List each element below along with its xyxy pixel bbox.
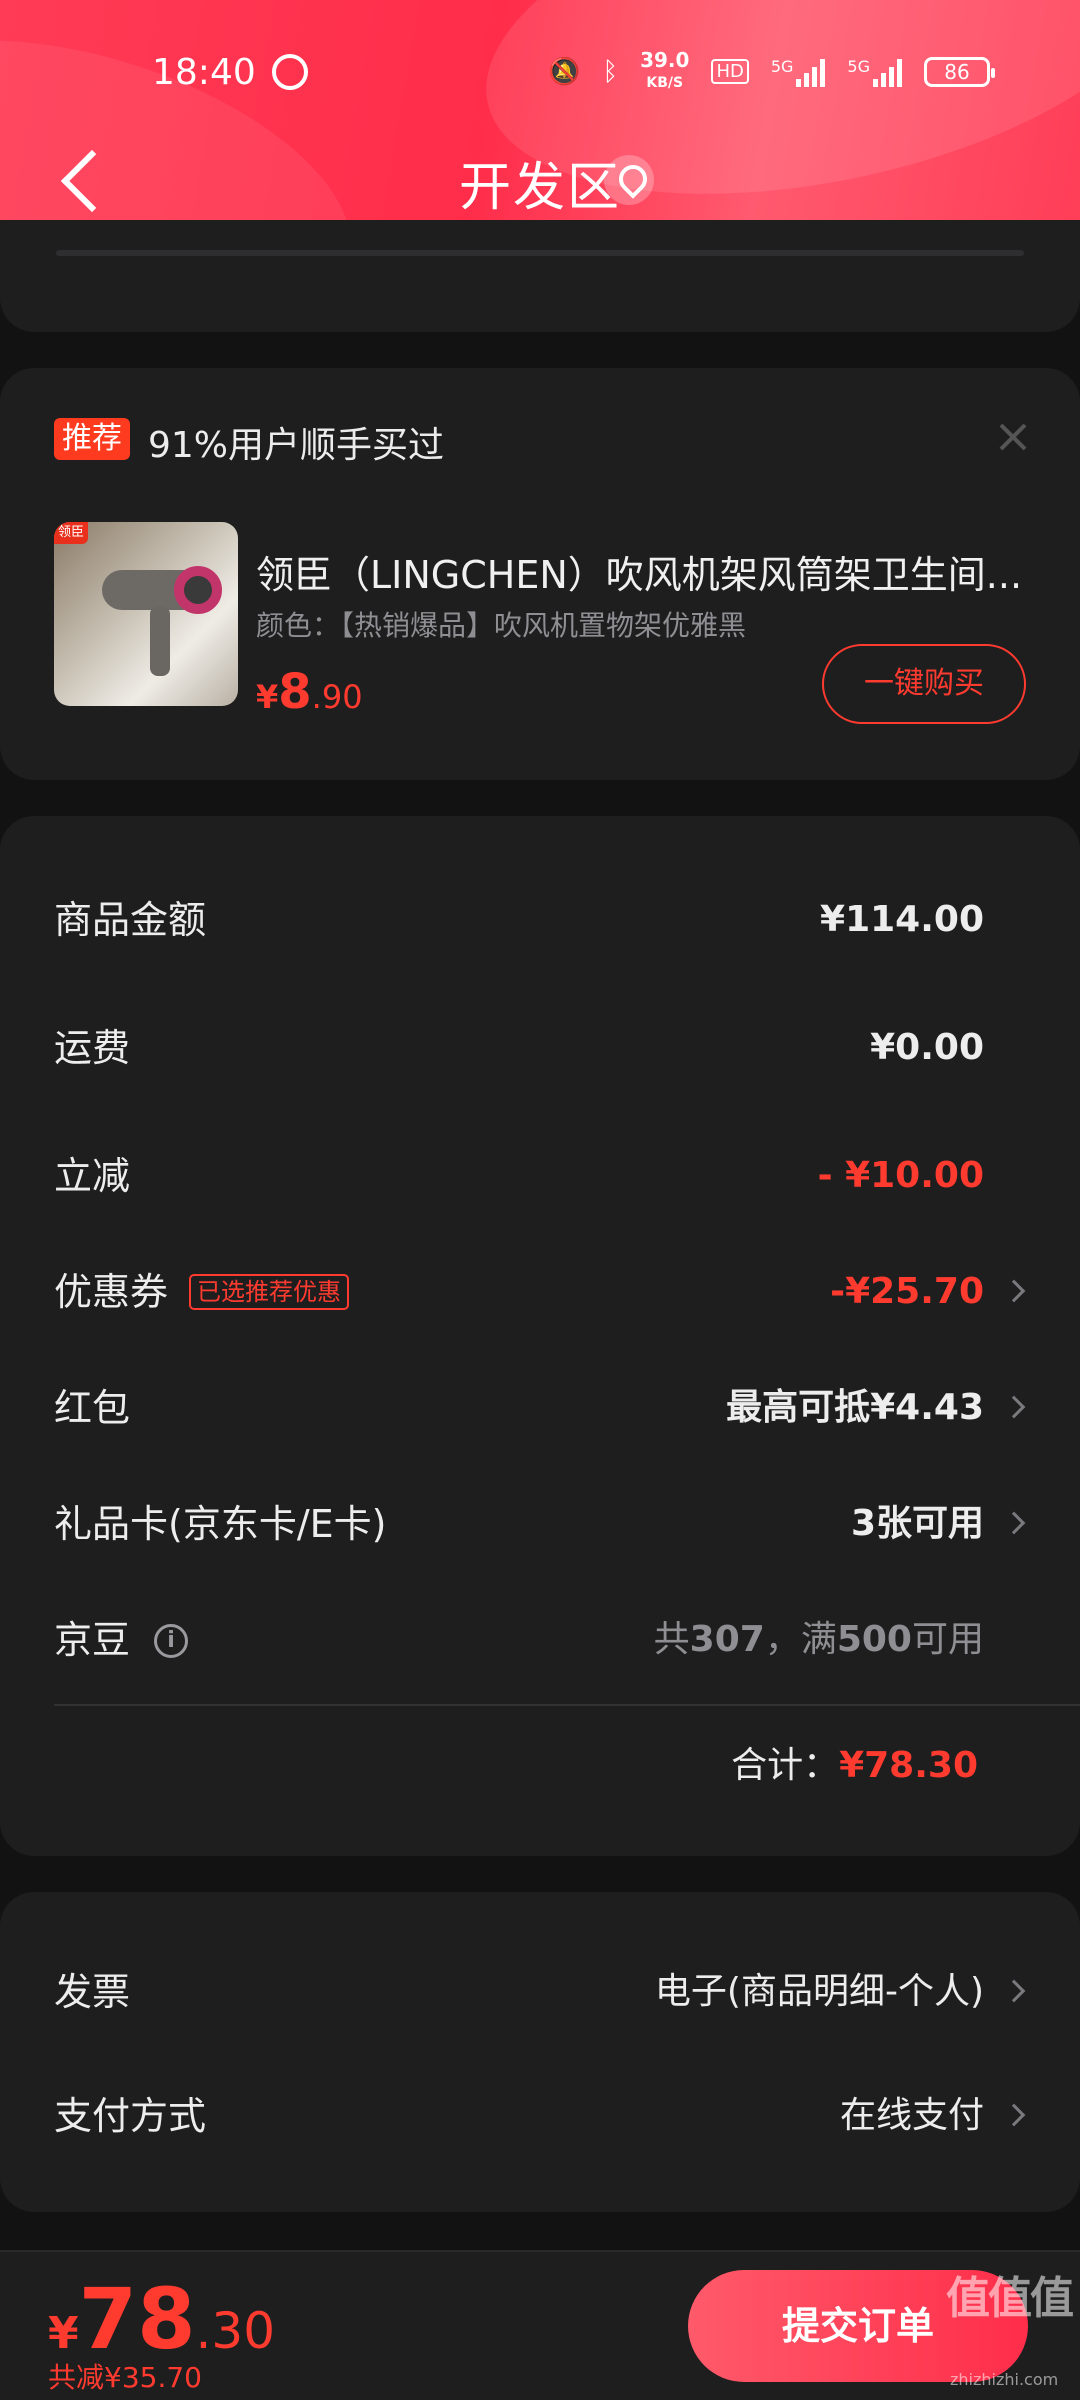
nav-bar: 开发区 (0, 135, 1080, 225)
address-card (0, 220, 1080, 332)
row-jd-beans: 京豆 i 共307，满500可用 (54, 1610, 1026, 1670)
network-type: 5G (770, 56, 794, 76)
total-label: 合计： (731, 1745, 840, 1786)
recommend-title: 91%用户顺手买过 (148, 425, 445, 466)
row-instant-discount: 立减 - ¥10.00 (54, 1146, 1026, 1206)
info-icon[interactable]: i (154, 1624, 188, 1658)
row-value: -¥25.70 (830, 1271, 984, 1312)
product-name[interactable]: 领臣（LINGCHEN）吹风机架风筒架卫生间... (256, 544, 1026, 599)
recommend-tag: 推荐 (54, 418, 130, 460)
row-value: 最高可抵¥4.43 (726, 1387, 984, 1428)
row-gift-card[interactable]: 礼品卡(京东卡/E卡) 3张可用 (54, 1494, 1026, 1554)
beans-threshold: 500 (836, 1619, 912, 1660)
beans-count: 307 (689, 1619, 765, 1660)
music-app-icon (272, 54, 308, 90)
total-integer: 78 (78, 2270, 196, 2368)
price-summary-card: 商品金额 ¥114.00 运费 ¥0.00 立减 - ¥10.00 优惠券 已选… (0, 816, 1080, 1856)
row-value: - ¥10.00 (817, 1155, 984, 1196)
recommendation-card: 推荐 91%用户顺手买过 领臣 领臣（LINGCHEN）吹风机架风筒架卫生间..… (0, 368, 1080, 780)
mute-icon: 🔕 (548, 56, 581, 87)
total-saved: 共减¥35.70 (48, 2361, 202, 2394)
dryer-handle (150, 606, 170, 676)
chevron-right-icon (1002, 1395, 1026, 1419)
beans-mid: ，满 (764, 1619, 837, 1660)
total-currency: ¥ (48, 2308, 79, 2359)
checkout-bar: ¥78.30 共减¥35.70 提交订单 (0, 2250, 1080, 2400)
divider (56, 250, 1024, 256)
row-label: 运费 (54, 1026, 131, 1070)
divider (54, 1704, 1080, 1706)
row-payment-method[interactable]: 支付方式 在线支付 (54, 2086, 1026, 2146)
network-type: 5G (847, 56, 870, 76)
invoice-payment-card: 发票 电子(商品明细-个人) 支付方式 在线支付 (0, 1892, 1080, 2212)
close-icon[interactable] (996, 420, 1030, 454)
price-decimal: .90 (311, 678, 363, 716)
row-label: 支付方式 (54, 2094, 207, 2138)
product-image[interactable]: 领臣 (54, 522, 238, 706)
total-decimal: .30 (195, 2302, 276, 2360)
payable-total: ¥78.30 (48, 2270, 275, 2368)
net-speed-unit: KB/S (646, 75, 684, 91)
one-click-buy-button[interactable]: 一键购买 (822, 644, 1026, 724)
row-value: 3张可用 (850, 1503, 984, 1544)
watermark-site: zhizhizhi.com (950, 2370, 1059, 2389)
chevron-right-icon (1002, 2103, 1026, 2127)
product-variant: 颜色：【热销爆品】吹风机置物架优雅黑 (256, 609, 747, 642)
total-amount: ¥78.30 (839, 1745, 978, 1786)
dryer-nozzle (174, 566, 222, 614)
chevron-right-icon (1002, 1279, 1026, 1303)
row-red-packet[interactable]: 红包 最高可抵¥4.43 (54, 1378, 1026, 1438)
bluetooth-icon: ᛒ (602, 56, 619, 87)
row-goods-amount: 商品金额 ¥114.00 (54, 890, 1026, 950)
row-label: 红包 (54, 1386, 131, 1430)
hd-icon: HD (711, 59, 749, 84)
row-value: ¥114.00 (820, 899, 984, 940)
product-price: ¥8.90 (256, 664, 363, 720)
row-label: 礼品卡(京东卡/E卡) (54, 1502, 387, 1546)
row-label: 京豆 (54, 1618, 131, 1662)
row-coupon[interactable]: 优惠券 已选推荐优惠 -¥25.70 (54, 1262, 1026, 1322)
signal-icon: 5G (847, 57, 902, 87)
row-label: 优惠券 (54, 1270, 169, 1314)
status-time: 18:40 (152, 52, 256, 93)
row-value: 电子(商品明细-个人) (654, 1971, 984, 2012)
battery-icon: 86 (924, 56, 995, 87)
net-speed-value: 39.0 (640, 48, 690, 72)
chevron-right-icon (1002, 1511, 1026, 1535)
row-value: ¥0.00 (870, 1027, 984, 1068)
status-bar: 18:40 🔕 ᛒ 39.0 KB/S HD 5G 5G 86 (0, 40, 1080, 110)
coupon-tag: 已选推荐优惠 (189, 1274, 349, 1310)
chevron-right-icon (1002, 1979, 1026, 2003)
brand-badge: 领臣 (54, 522, 88, 544)
row-value: 共307，满500可用 (654, 1610, 984, 1670)
beans-prefix: 共 (653, 1619, 690, 1660)
signal-icon: 5G (771, 57, 826, 87)
header: 18:40 🔕 ᛒ 39.0 KB/S HD 5G 5G 86 开发区 (0, 0, 1080, 253)
page-title: 开发区 (458, 158, 621, 218)
order-total: 合计：¥78.30 (731, 1736, 978, 1796)
price-currency: ¥ (256, 678, 279, 716)
watermark-logo: 值值值 (946, 2273, 1074, 2324)
row-value: 在线支付 (839, 2095, 984, 2136)
price-integer: 8 (278, 664, 312, 720)
row-shipping: 运费 ¥0.00 (54, 1018, 1026, 1078)
location-icon[interactable] (604, 155, 654, 205)
row-invoice[interactable]: 发票 电子(商品明细-个人) (54, 1962, 1026, 2022)
row-label: 发票 (54, 1970, 131, 2014)
row-label: 商品金额 (54, 898, 207, 942)
net-speed: 39.0 KB/S (640, 50, 689, 93)
status-icons: 🔕 ᛒ 39.0 KB/S HD 5G 5G 86 (548, 50, 995, 93)
row-label: 立减 (54, 1154, 131, 1198)
beans-suffix: 可用 (911, 1619, 984, 1660)
